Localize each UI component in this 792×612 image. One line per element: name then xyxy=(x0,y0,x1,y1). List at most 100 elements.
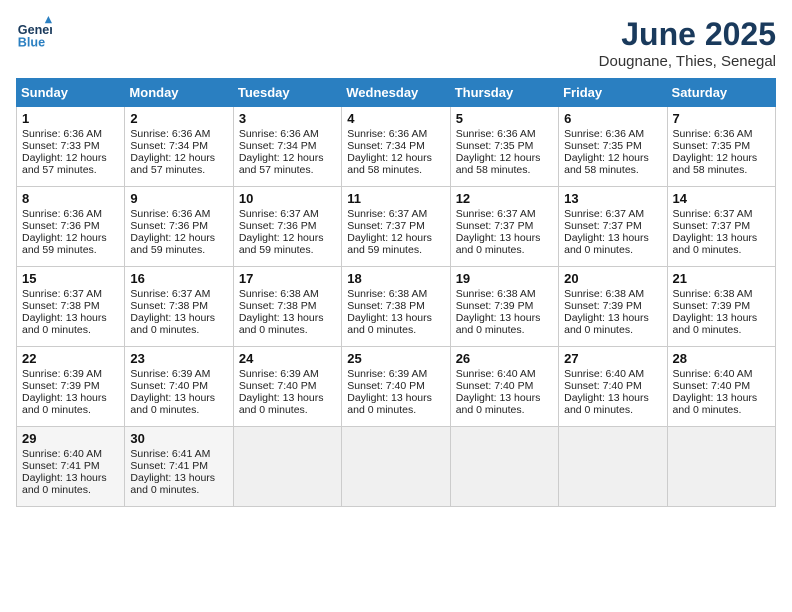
sunset-text: Sunset: 7:37 PM xyxy=(456,220,534,232)
sunset-text: Sunset: 7:35 PM xyxy=(673,140,751,152)
day-number: 19 xyxy=(456,271,553,286)
day-number: 16 xyxy=(130,271,227,286)
sunrise-text: Sunrise: 6:36 AM xyxy=(347,128,427,140)
daylight-text: Daylight: 13 hours and 0 minutes. xyxy=(130,312,215,336)
week-row-3: 22 Sunrise: 6:39 AM Sunset: 7:39 PM Dayligh… xyxy=(17,347,776,427)
week-row-0: 1Sunrise: 6:36 AMSunset: 7:33 PMDaylight… xyxy=(17,107,776,187)
day-number: 17 xyxy=(239,271,336,286)
sunset-text: Sunset: 7:40 PM xyxy=(673,380,751,392)
day-number: 7 xyxy=(673,111,770,126)
sunrise-text: Sunrise: 6:36 AM xyxy=(22,208,102,220)
logo: General Blue xyxy=(16,16,52,52)
day-number: 8 xyxy=(22,191,119,206)
calendar-cell: 27Sunrise: 6:40 AMSunset: 7:40 PMDayligh… xyxy=(559,347,667,427)
week-row-1: 8Sunrise: 6:36 AMSunset: 7:36 PMDaylight… xyxy=(17,187,776,267)
sunset-text: Sunset: 7:40 PM xyxy=(130,380,208,392)
sunrise-text: Sunrise: 6:38 AM xyxy=(564,288,644,300)
daylight-text: Daylight: 12 hours and 57 minutes. xyxy=(130,152,215,176)
sunrise-text: Sunrise: 6:41 AM xyxy=(130,448,210,460)
sunrise-text: Sunrise: 6:39 AM xyxy=(347,368,427,380)
sunset-text: Sunset: 7:34 PM xyxy=(347,140,425,152)
day-number: 21 xyxy=(673,271,770,286)
daylight-text: Daylight: 13 hours and 0 minutes. xyxy=(456,312,541,336)
daylight-text: Daylight: 12 hours and 58 minutes. xyxy=(564,152,649,176)
daylight-text: Daylight: 13 hours and 0 minutes. xyxy=(673,312,758,336)
day-number: 20 xyxy=(564,271,661,286)
calendar-cell: 3Sunrise: 6:36 AMSunset: 7:34 PMDaylight… xyxy=(233,107,341,187)
page-header: General Blue June 2025 Dougnane, Thies, … xyxy=(16,16,776,70)
sunset-text: Sunset: 7:39 PM xyxy=(673,300,751,312)
sunrise-text: Sunrise: 6:36 AM xyxy=(456,128,536,140)
sunrise-text: Sunrise: 6:37 AM xyxy=(673,208,753,220)
day-number: 22 xyxy=(22,351,119,366)
daylight-text: Daylight: 12 hours and 59 minutes. xyxy=(239,232,324,256)
sunrise-text: Sunrise: 6:36 AM xyxy=(130,208,210,220)
day-number: 25 xyxy=(347,351,444,366)
calendar-cell: 6Sunrise: 6:36 AMSunset: 7:35 PMDaylight… xyxy=(559,107,667,187)
sunset-text: Sunset: 7:41 PM xyxy=(130,460,208,472)
sunrise-text: Sunrise: 6:38 AM xyxy=(347,288,427,300)
sunset-text: Sunset: 7:33 PM xyxy=(22,140,100,152)
col-header-monday: Monday xyxy=(125,79,233,107)
daylight-text: Daylight: 13 hours and 0 minutes. xyxy=(456,392,541,416)
sunrise-text: Sunrise: 6:37 AM xyxy=(22,288,102,300)
sunset-text: Sunset: 7:38 PM xyxy=(239,300,317,312)
day-number: 2 xyxy=(130,111,227,126)
sunrise-text: Sunrise: 6:39 AM xyxy=(130,368,210,380)
calendar-cell: 14Sunrise: 6:37 AMSunset: 7:37 PMDayligh… xyxy=(667,187,775,267)
sunrise-text: Sunrise: 6:38 AM xyxy=(239,288,319,300)
day-number: 14 xyxy=(673,191,770,206)
day-number: 30 xyxy=(130,431,227,446)
sunset-text: Sunset: 7:38 PM xyxy=(347,300,425,312)
calendar-cell: 15Sunrise: 6:37 AMSunset: 7:38 PMDayligh… xyxy=(17,267,125,347)
calendar-cell: 10Sunrise: 6:37 AMSunset: 7:36 PMDayligh… xyxy=(233,187,341,267)
calendar-cell xyxy=(559,427,667,507)
calendar-cell: 5Sunrise: 6:36 AMSunset: 7:35 PMDaylight… xyxy=(450,107,558,187)
calendar-cell: 1Sunrise: 6:36 AMSunset: 7:33 PMDaylight… xyxy=(17,107,125,187)
calendar-cell: 19 Sunrise: 6:38 AMSunset: 7:39 PMDayligh… xyxy=(450,267,558,347)
daylight-text: Daylight: 13 hours and 0 minutes. xyxy=(456,232,541,256)
calendar-cell: 23Sunrise: 6:39 AMSunset: 7:40 PMDayligh… xyxy=(125,347,233,427)
daylight-text: Daylight: 12 hours and 59 minutes. xyxy=(130,232,215,256)
col-header-thursday: Thursday xyxy=(450,79,558,107)
day-number: 3 xyxy=(239,111,336,126)
sunset-text: Sunset: 7:36 PM xyxy=(22,220,100,232)
calendar-cell: 12Sunrise: 6:37 AMSunset: 7:37 PMDayligh… xyxy=(450,187,558,267)
sunset-text: Sunset: 7:35 PM xyxy=(564,140,642,152)
sunset-text: Sunset: 7:34 PM xyxy=(130,140,208,152)
calendar-cell: 4Sunrise: 6:36 AMSunset: 7:34 PMDaylight… xyxy=(342,107,450,187)
sunset-text: Sunset: 7:37 PM xyxy=(564,220,642,232)
title-block: June 2025 Dougnane, Thies, Senegal xyxy=(599,16,776,70)
sunset-text: Sunset: 7:40 PM xyxy=(456,380,534,392)
calendar-cell: 9Sunrise: 6:36 AMSunset: 7:36 PMDaylight… xyxy=(125,187,233,267)
daylight-text: Daylight: 12 hours and 59 minutes. xyxy=(22,232,107,256)
calendar-cell: 24Sunrise: 6:39 AMSunset: 7:40 PMDayligh… xyxy=(233,347,341,427)
day-number: 10 xyxy=(239,191,336,206)
sunset-text: Sunset: 7:39 PM xyxy=(22,380,100,392)
daylight-text: Daylight: 13 hours and 0 minutes. xyxy=(22,472,107,496)
daylight-text: Daylight: 12 hours and 58 minutes. xyxy=(456,152,541,176)
daylight-text: Daylight: 13 hours and 0 minutes. xyxy=(239,312,324,336)
calendar-cell: 30Sunrise: 6:41 AMSunset: 7:41 PMDayligh… xyxy=(125,427,233,507)
sunrise-text: Sunrise: 6:37 AM xyxy=(564,208,644,220)
calendar-cell: 2Sunrise: 6:36 AMSunset: 7:34 PMDaylight… xyxy=(125,107,233,187)
week-row-4: 29Sunrise: 6:40 AMSunset: 7:41 PMDayligh… xyxy=(17,427,776,507)
day-number: 24 xyxy=(239,351,336,366)
sunrise-text: Sunrise: 6:40 AM xyxy=(456,368,536,380)
day-number: 26 xyxy=(456,351,553,366)
sunrise-text: Sunrise: 6:38 AM xyxy=(456,288,536,300)
sunset-text: Sunset: 7:38 PM xyxy=(22,300,100,312)
daylight-text: Daylight: 12 hours and 58 minutes. xyxy=(347,152,432,176)
col-header-saturday: Saturday xyxy=(667,79,775,107)
sunset-text: Sunset: 7:37 PM xyxy=(347,220,425,232)
calendar-subtitle: Dougnane, Thies, Senegal xyxy=(599,53,776,70)
daylight-text: Daylight: 12 hours and 58 minutes. xyxy=(673,152,758,176)
daylight-text: Daylight: 13 hours and 0 minutes. xyxy=(673,232,758,256)
day-number: 5 xyxy=(456,111,553,126)
daylight-text: Daylight: 13 hours and 0 minutes. xyxy=(347,312,432,336)
sunset-text: Sunset: 7:34 PM xyxy=(239,140,317,152)
sunset-text: Sunset: 7:40 PM xyxy=(239,380,317,392)
daylight-text: Daylight: 13 hours and 0 minutes. xyxy=(130,392,215,416)
sunrise-text: Sunrise: 6:38 AM xyxy=(673,288,753,300)
sunset-text: Sunset: 7:39 PM xyxy=(456,300,534,312)
